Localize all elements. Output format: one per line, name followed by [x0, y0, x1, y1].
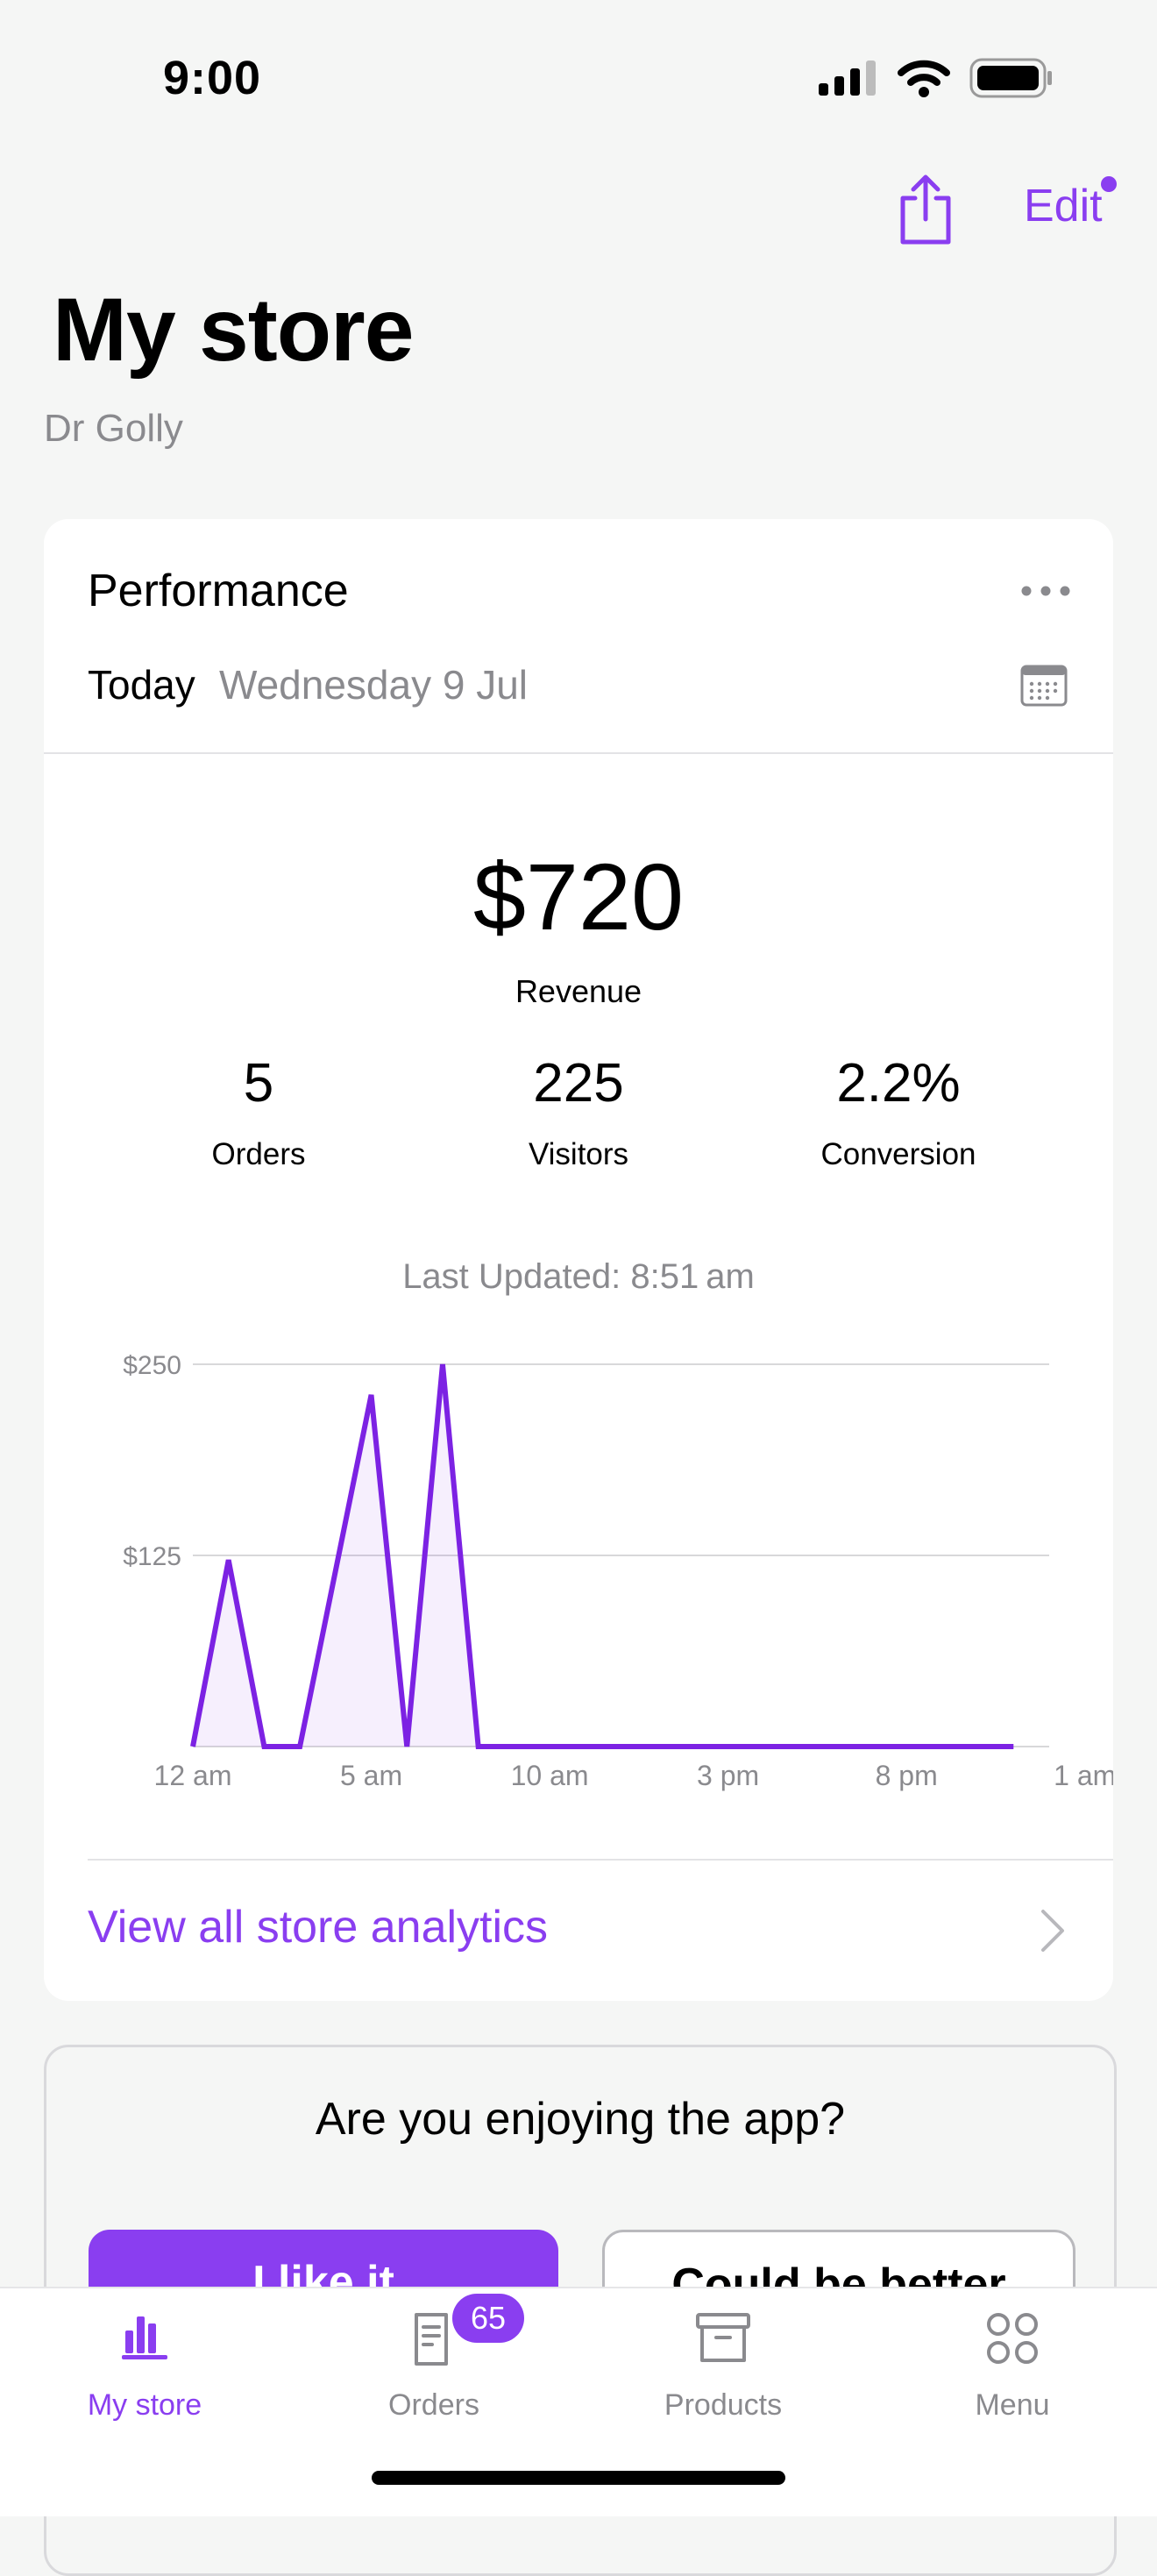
wifi-icon [898, 59, 950, 97]
chart-x-tick-label: 10 am [511, 1760, 589, 1791]
tab-label: Products [578, 2388, 868, 2423]
tab-menu[interactable]: Menu [868, 2288, 1157, 2464]
tab-my-store[interactable]: My store [0, 2288, 289, 2464]
tab-label: My store [0, 2388, 289, 2423]
tab-label: Orders [289, 2388, 578, 2423]
edit-button[interactable]: Edit [1024, 180, 1103, 232]
home-indicator [372, 2471, 785, 2485]
performance-card: Performance Today Wednesday 9 Jul $720 R… [44, 519, 1113, 2001]
view-analytics-link[interactable]: View all store analytics [88, 1901, 548, 1953]
battery-icon [969, 58, 1054, 98]
status-time: 9:00 [163, 51, 261, 105]
chart-x-tick-label: 5 am [340, 1760, 402, 1791]
status-icons [819, 58, 1054, 98]
share-button[interactable] [896, 172, 955, 246]
chart-x-tick-label: 1 am [1054, 1760, 1113, 1791]
revenue-chart: $250 $125 12 am 5 am 10 am 3 pm 8 pm 1 am [44, 519, 1113, 1799]
tab-label: Menu [868, 2388, 1157, 2423]
tab-products[interactable]: Products [578, 2288, 868, 2464]
menu-grid-icon [985, 2311, 1040, 2366]
edit-notification-dot [1101, 176, 1117, 192]
orders-icon [409, 2311, 458, 2367]
chart-x-tick-label: 12 am [154, 1760, 232, 1791]
archive-box-icon [695, 2311, 751, 2364]
share-icon [896, 172, 955, 246]
chevron-right-icon [1040, 1908, 1066, 1953]
bar-chart-icon [120, 2311, 169, 2360]
store-name: Dr Golly [44, 407, 183, 451]
cellular-signal-icon [819, 60, 878, 96]
analytics-divider [88, 1859, 1113, 1861]
chart-y-tick-label: $125 [123, 1542, 181, 1571]
orders-badge: 65 [452, 2294, 524, 2343]
chart-y-tick-label: $250 [123, 1351, 181, 1380]
chart-x-tick-label: 3 pm [697, 1760, 759, 1791]
page-title: My store [53, 279, 413, 381]
chart-x-tick-label: 8 pm [876, 1760, 938, 1791]
tab-orders[interactable]: Orders [289, 2288, 578, 2464]
feedback-question: Are you enjoying the app? [46, 2093, 1114, 2145]
